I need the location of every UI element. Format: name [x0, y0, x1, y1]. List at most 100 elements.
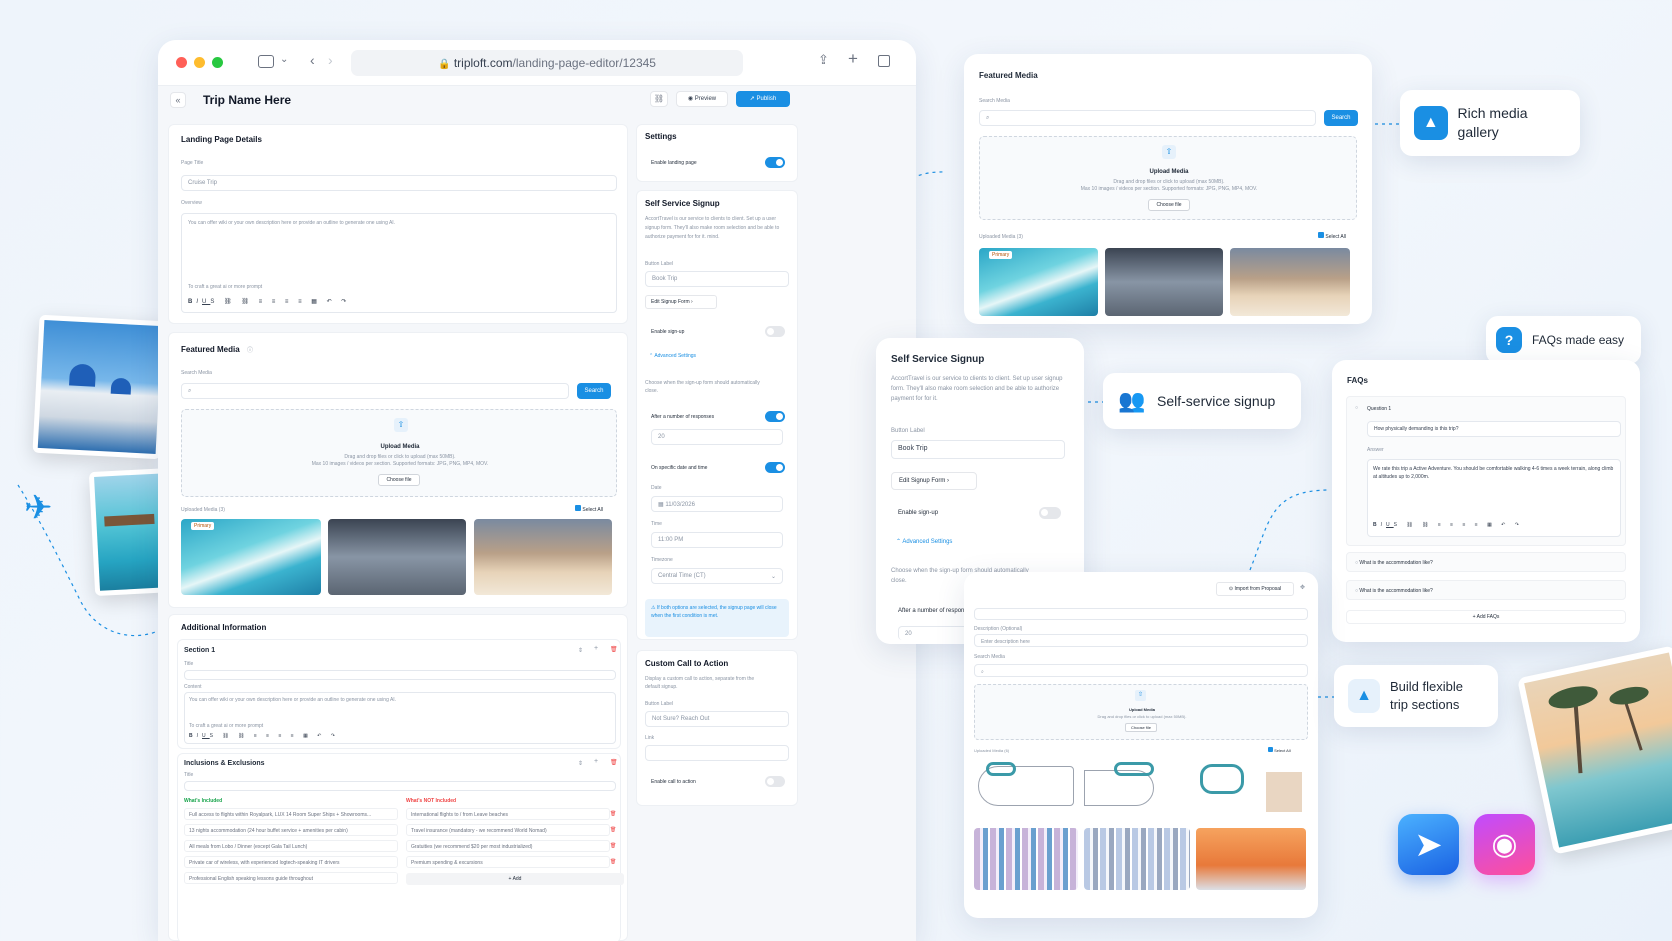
rm-thumb-2[interactable] [1105, 248, 1223, 316]
link-button[interactable]: ⛓ [650, 91, 668, 107]
time-input[interactable]: 11:00 PM [651, 532, 783, 548]
page-title-input[interactable]: Cruise Trip [181, 175, 617, 191]
delete-row-icon[interactable]: 🗑 [610, 827, 616, 833]
faq-q2-row[interactable]: ○ What is the accommodation like? [1346, 552, 1626, 572]
after-responses-toggle[interactable] [765, 411, 785, 422]
button-label-input[interactable]: Book Trip [645, 271, 789, 287]
date-input[interactable]: ▦ 11/03/2026 [651, 496, 783, 512]
enable-cta-toggle[interactable] [765, 776, 785, 787]
faq-q1-input[interactable]: How physically demanding is this trip? [1367, 421, 1621, 437]
included-item[interactable]: Private car of wireless, with experience… [184, 856, 398, 868]
rm-thumb-3[interactable] [1230, 248, 1350, 316]
expand-icon[interactable]: ○ [1355, 405, 1358, 411]
format-toolbar[interactable]: BIUS ⛓ ⛓ ≡ ≡ ≡ ≡ ▦ ↶ ↷ [188, 298, 350, 305]
forward-icon[interactable]: › [328, 52, 333, 68]
enable-landing-toggle[interactable] [765, 157, 785, 168]
sc-select-all[interactable]: Select All [1268, 747, 1291, 753]
sc-search-input[interactable]: ⌕ [974, 664, 1308, 677]
faq-q3-row[interactable]: ○ What is the accommodation like? [1346, 580, 1626, 600]
included-item[interactable]: Full access to flights within Royalpark,… [184, 808, 398, 820]
included-item[interactable]: 13 nights accommodation (24 hour buffet … [184, 824, 398, 836]
not-included-item[interactable]: Premium spending & excursions [406, 856, 610, 868]
more-icon[interactable]: ✥ [1300, 584, 1305, 591]
chevron-down-icon[interactable]: ⌄ [280, 54, 288, 65]
choose-file-button[interactable]: Choose file [378, 474, 420, 486]
share-icon[interactable]: ⇪ [818, 52, 829, 68]
media-thumb-1[interactable]: Primary [181, 519, 321, 595]
rm-select-all[interactable]: Select All [1318, 232, 1346, 240]
not-included-item[interactable]: Gratuities (we recommend $20 per most in… [406, 840, 610, 852]
select-all-checkbox[interactable]: Select All [575, 505, 603, 513]
details-title: Landing Page Details [181, 135, 262, 144]
delete-row-icon[interactable]: 🗑 [610, 811, 616, 817]
section-format-toolbar[interactable]: BIUS ⛓ ⛓ ≡ ≡ ≡ ≡ ▦ ↶ ↷ [189, 733, 339, 739]
search-media-button[interactable]: Search [577, 383, 611, 399]
media-thumb-3[interactable] [474, 519, 612, 595]
advanced-settings-link[interactable]: ⌃ Advanced Settings [649, 353, 696, 359]
enable-signup-toggle[interactable] [765, 326, 785, 337]
rm-choose-file-button[interactable]: Choose file [1148, 199, 1190, 211]
included-item[interactable]: Professional English speaking lessons gu… [184, 872, 398, 884]
section-title-input[interactable] [184, 670, 616, 680]
deck-plan-thumb-6[interactable] [1196, 828, 1306, 890]
maximize-window-dot[interactable] [212, 57, 223, 68]
ss-button-input[interactable]: Book Trip [891, 440, 1065, 459]
import-from-proposal-button[interactable]: ⊙ Import from Proposal [1216, 582, 1294, 596]
responses-input[interactable]: 20 [651, 429, 783, 445]
add-faqs-button[interactable]: + Add FAQs [1346, 610, 1626, 624]
section-add-icon[interactable]: + [594, 645, 598, 652]
inclusions-add-icon[interactable]: + [594, 758, 598, 765]
section-delete-icon[interactable]: 🗑 [610, 646, 618, 653]
media-thumb-2[interactable] [328, 519, 466, 595]
ss-edit-form-button[interactable]: Edit Signup Form › [891, 472, 977, 490]
ss-enable-signup-toggle[interactable] [1039, 507, 1061, 519]
deck-plan-thumb-1[interactable] [974, 758, 1078, 820]
custom-cta-panel: Custom Call to Action Display a custom c… [636, 650, 798, 806]
section-drag-icon[interactable]: ⇕ [578, 647, 583, 654]
upload-dropzone[interactable]: ⇧ Upload Media Drag and drop files or cl… [181, 409, 617, 497]
deck-plan-thumb-5[interactable] [1084, 828, 1190, 890]
section-content-editor[interactable]: You can offer wiki or your own descripti… [184, 692, 616, 744]
sc-choose-file-button[interactable]: Choose file [1125, 723, 1157, 732]
rm-dropzone[interactable]: ⇧ Upload Media Drag and drop files or cl… [979, 136, 1357, 220]
rm-thumb-1[interactable]: Primary [979, 248, 1098, 316]
edit-signup-form-button[interactable]: Edit Signup Form › [645, 295, 717, 309]
inclusions-delete-icon[interactable]: 🗑 [610, 759, 618, 766]
sidebar-toggle-icon[interactable] [258, 55, 274, 68]
delete-row-icon[interactable]: 🗑 [610, 859, 616, 865]
address-bar[interactable]: 🔒 triploft.com/landing-page-editor/12345 [351, 50, 743, 76]
included-item[interactable]: All meals from Lobo / Dinner (except Gal… [184, 840, 398, 852]
desc-input[interactable]: Enter description here [974, 634, 1308, 647]
cta-button-label-input[interactable]: Not Sure? Reach Out [645, 711, 789, 727]
faq-answer-editor[interactable]: We rate this trip a Active Adventure. Yo… [1367, 459, 1621, 537]
back-icon[interactable]: ‹ [310, 52, 315, 68]
rm-search-input[interactable]: ⌕ [979, 110, 1316, 126]
on-date-toggle[interactable] [765, 462, 785, 473]
add-exclusion-button[interactable]: + Add [406, 873, 624, 885]
section-name-input[interactable] [974, 608, 1308, 620]
not-included-item[interactable]: Travel insurance (mandatory - we recomme… [406, 824, 610, 836]
minimize-window-dot[interactable] [194, 57, 205, 68]
rm-search-button[interactable]: Search [1324, 110, 1358, 126]
not-included-item[interactable]: International flights to / from Leave be… [406, 808, 610, 820]
tabs-overview-icon[interactable] [878, 55, 890, 67]
delete-row-icon[interactable]: 🗑 [610, 843, 616, 849]
new-tab-icon[interactable]: + [848, 49, 858, 69]
deck-plan-thumb-4[interactable] [974, 828, 1078, 890]
cta-link-input[interactable] [645, 745, 789, 761]
publish-button[interactable]: ➚ Publish [736, 91, 790, 107]
sc-dropzone[interactable]: ⇧ Upload Media Drag and drop files or cl… [974, 684, 1308, 740]
back-button[interactable]: « [170, 92, 186, 108]
deck-plan-thumb-3[interactable] [1196, 758, 1306, 820]
timezone-select[interactable]: Central Time (CT) ⌄ [651, 568, 783, 584]
deck-plan-thumb-2[interactable] [1084, 758, 1190, 820]
ss-advanced-link[interactable]: ⌃ Advanced Settings [896, 538, 952, 545]
close-window-dot[interactable] [176, 57, 187, 68]
inclusions-title-input[interactable] [184, 781, 616, 791]
inclusions-drag-icon[interactable]: ⇕ [578, 760, 583, 767]
faq-format-toolbar[interactable]: BIUS ⛓ ⛓ ≡ ≡ ≡ ≡ ▦ ↶ ↷ [1373, 522, 1523, 528]
overview-editor[interactable]: You can offer wiki or your own descripti… [181, 213, 617, 313]
preview-button[interactable]: ◉ Preview [676, 91, 728, 107]
search-media-input[interactable]: ⌕ [181, 383, 569, 399]
included-label: What's Included [184, 798, 223, 804]
